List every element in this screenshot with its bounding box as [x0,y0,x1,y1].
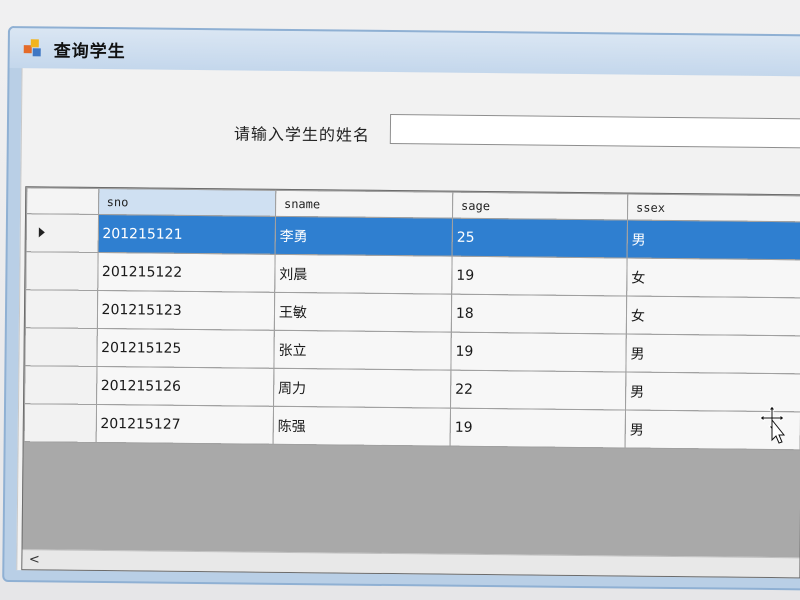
row-header[interactable] [25,251,98,291]
cell-sage[interactable]: 22 [450,370,626,410]
row-header[interactable] [24,327,97,367]
cell-ssex[interactable]: 男 [627,219,800,260]
column-header-sno[interactable]: sno [98,188,276,217]
app-icon [23,38,44,58]
cell-sage[interactable]: 19 [450,408,626,448]
window-title: 查询学生 [53,40,126,62]
cell-sno[interactable]: 201215121 [97,214,276,255]
cell-ssex[interactable]: 女 [626,257,800,298]
row-header[interactable] [25,289,98,329]
column-header-ssex[interactable]: ssex [627,193,800,222]
cell-sage[interactable]: 19 [451,256,628,296]
cell-sno[interactable]: 201215123 [96,290,275,331]
scroll-left-arrow-icon[interactable]: < [26,552,42,568]
cell-sage[interactable]: 18 [451,294,627,334]
cell-ssex[interactable]: 男 [625,333,800,374]
query-student-window: 查询学生 请输入学生的姓名 sno sname sage ssex 201215… [2,26,800,591]
student-datagrid[interactable]: sno sname sage ssex 201215121 李勇 25 男 201215… [21,186,800,579]
cell-sname[interactable]: 周力 [273,368,451,409]
cell-sname[interactable]: 张立 [273,330,452,371]
cell-sage[interactable]: 25 [452,218,628,258]
form-client-area: 请输入学生的姓名 sno sname sage ssex 201215121 李… [16,68,800,579]
row-header-corner[interactable] [26,187,99,215]
column-header-sname[interactable]: sname [275,190,453,219]
move-cursor-icon [759,405,786,444]
table-row[interactable]: 201215127 陈强 19 男 [24,403,800,450]
cell-sname[interactable]: 刘晨 [274,254,453,295]
cell-sno[interactable]: 201215122 [97,252,275,293]
cell-sname[interactable]: 李勇 [274,216,453,257]
cell-sno[interactable]: 201215127 [95,404,274,445]
horizontal-scrollbar[interactable]: < [22,549,800,578]
student-table: sno sname sage ssex 201215121 李勇 25 男 201215… [24,187,800,450]
row-header[interactable] [24,403,97,443]
cell-sname[interactable]: 王敏 [274,292,452,333]
search-label: 请输入学生的姓名 [233,124,370,145]
cell-sno[interactable]: 201215125 [96,328,275,369]
row-header[interactable] [24,365,97,405]
column-header-sage[interactable]: sage [452,192,628,220]
cell-sage[interactable]: 19 [450,332,627,372]
current-row-arrow-icon [38,227,45,238]
cell-sno[interactable]: 201215126 [96,366,274,407]
student-name-input[interactable] [389,114,800,149]
cell-ssex[interactable]: 女 [626,295,800,336]
cell-sname[interactable]: 陈强 [273,406,451,447]
row-header[interactable] [26,213,99,253]
